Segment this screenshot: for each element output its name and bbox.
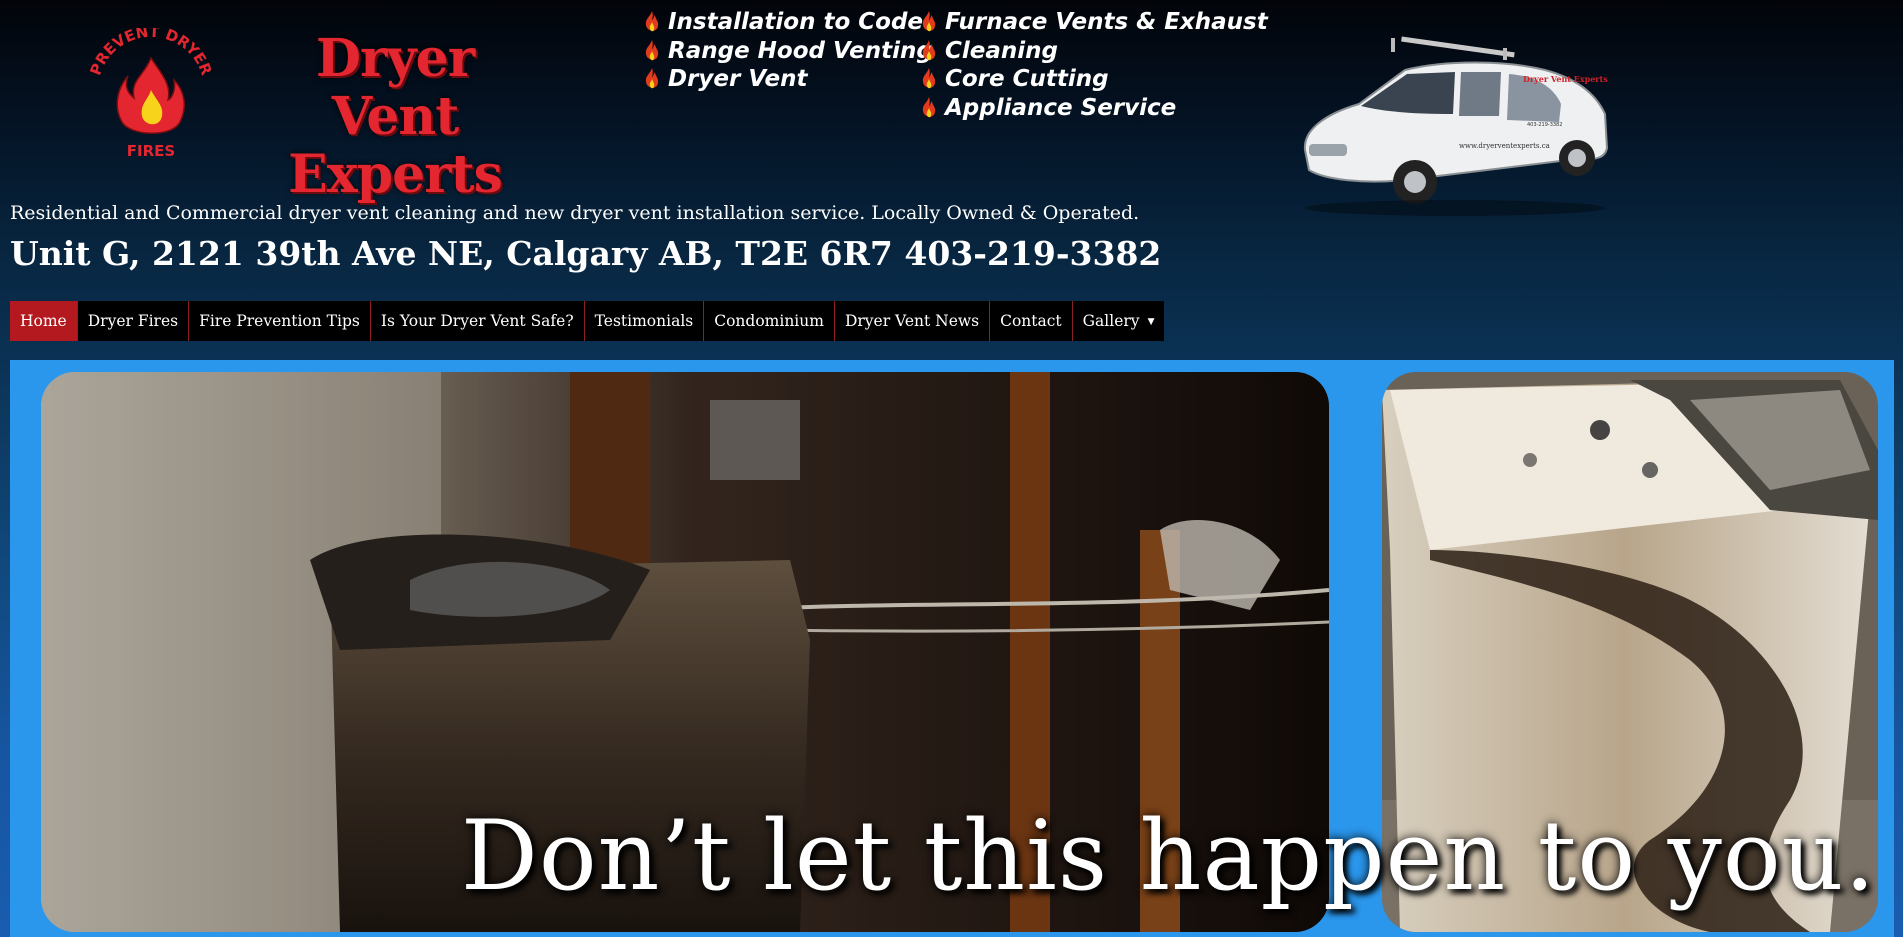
prevent-dryer-fires-logo[interactable]: PREVENT DRYER FIRES xyxy=(88,28,214,164)
nav-dryer-vent-news[interactable]: Dryer Vent News xyxy=(835,301,991,341)
service-item: Appliance Service xyxy=(919,94,1268,123)
nav-home[interactable]: Home xyxy=(10,301,78,341)
flame-icon xyxy=(922,68,936,89)
flame-icon xyxy=(922,96,936,117)
brand-line-2: Experts xyxy=(288,144,503,205)
flame-icon xyxy=(645,68,659,89)
service-item: Installation to Code xyxy=(642,8,933,37)
services-list-2: Furnace Vents & Exhaust Cleaning Core Cu… xyxy=(919,8,1268,122)
address-phone: Unit G, 2121 39th Ave NE, Calgary AB, T2… xyxy=(10,234,1162,273)
svg-text:FIRES: FIRES xyxy=(127,142,175,160)
flame-icon xyxy=(922,11,936,32)
nav-fire-prevention-tips[interactable]: Fire Prevention Tips xyxy=(189,301,371,341)
nav-gallery[interactable]: Gallery ▼ xyxy=(1073,301,1165,341)
services-list-1: Installation to Code Range Hood Venting … xyxy=(642,8,933,94)
flame-icon xyxy=(922,39,936,60)
brand-line-1: Dryer Vent xyxy=(315,28,475,147)
nav-gallery-label: Gallery xyxy=(1082,312,1140,330)
svg-text:www.dryerventexperts.ca: www.dryerventexperts.ca xyxy=(1459,142,1550,150)
caret-down-icon: ▼ xyxy=(1147,317,1155,327)
service-item: Cleaning xyxy=(919,37,1268,66)
service-item: Furnace Vents & Exhaust xyxy=(919,8,1268,37)
flame-icon xyxy=(645,11,659,32)
nav-condominium[interactable]: Condominium xyxy=(704,301,835,341)
nav-dryer-fires[interactable]: Dryer Fires xyxy=(78,301,190,341)
svg-text:403-219-3382: 403-219-3382 xyxy=(1527,122,1562,128)
nav-is-your-dryer-vent-safe[interactable]: Is Your Dryer Vent Safe? xyxy=(371,301,585,341)
service-item: Range Hood Venting xyxy=(642,37,933,66)
nav-contact[interactable]: Contact xyxy=(990,301,1073,341)
svg-text:Dryer Vent Experts: Dryer Vent Experts xyxy=(1523,74,1608,84)
service-van-image: Dryer Vent Experts 403-219-3382 www.drye… xyxy=(1303,36,1608,216)
main-navigation: Home Dryer Fires Fire Prevention Tips Is… xyxy=(10,301,1165,341)
hero-caption: Don’t let this happen to you. xyxy=(460,800,1876,912)
nav-testimonials[interactable]: Testimonials xyxy=(585,301,705,341)
hero-banner: Don’t let this happen to you. xyxy=(10,360,1894,937)
service-item: Core Cutting xyxy=(919,65,1268,94)
flame-icon xyxy=(645,39,659,60)
tagline: Residential and Commercial dryer vent cl… xyxy=(10,202,1140,224)
service-item: Dryer Vent xyxy=(642,65,933,94)
site-header: PREVENT DRYER FIRES Dryer Vent Experts I… xyxy=(0,0,1903,216)
brand-name[interactable]: Dryer Vent Experts xyxy=(250,30,540,204)
